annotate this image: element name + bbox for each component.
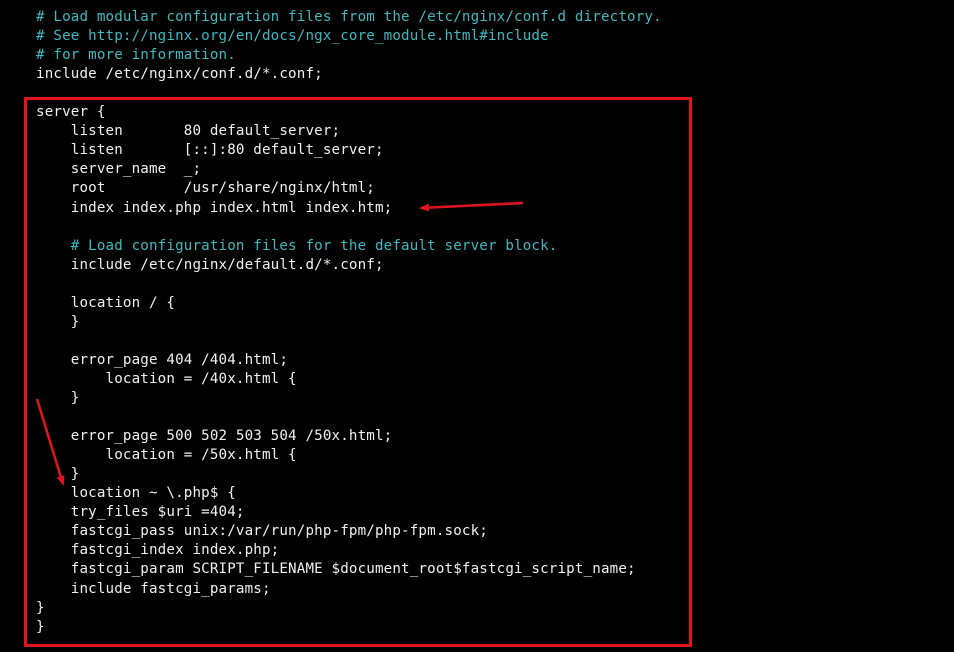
comment-line: # for more information.	[36, 47, 236, 64]
terminal-window[interactable]: # Load modular configuration files from …	[0, 0, 954, 652]
server-block-highlight-box	[24, 97, 692, 647]
comment-line: # See http://nginx.org/en/docs/ngx_core_…	[36, 28, 549, 45]
code-line: include /etc/nginx/conf.d/*.conf;	[36, 66, 323, 83]
comment-line: # Load modular configuration files from …	[36, 9, 662, 25]
